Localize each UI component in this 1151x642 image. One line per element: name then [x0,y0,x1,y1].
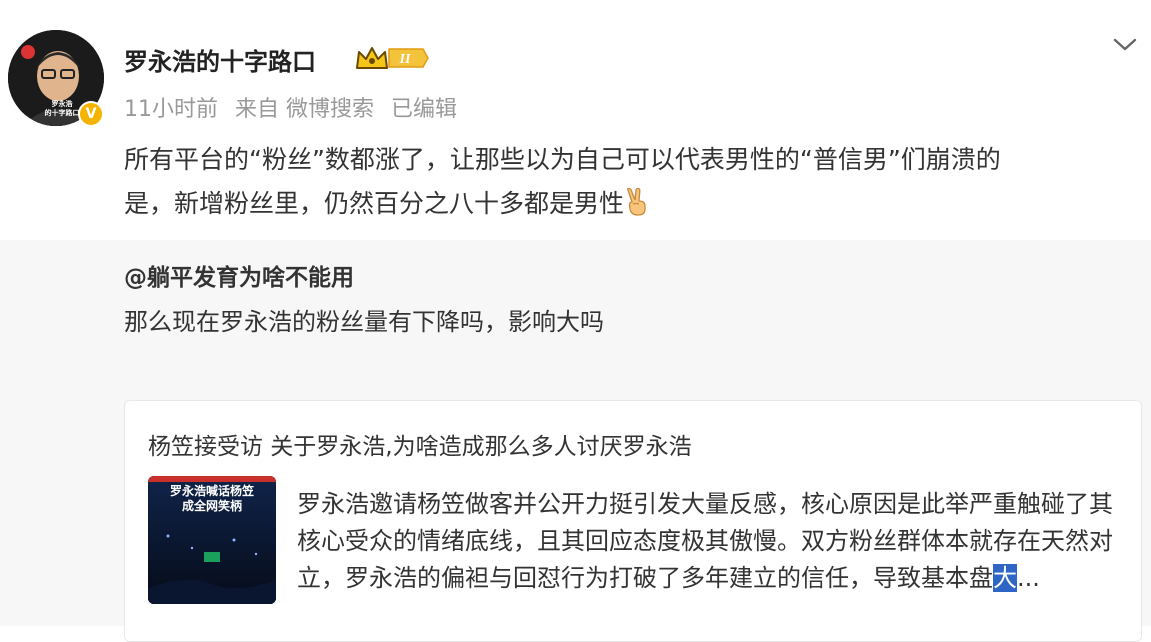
article-card-title[interactable]: 杨笠接受访 关于罗永浩,为啥造成那么多人讨厌罗永浩 [148,427,692,461]
crown-badge[interactable]: II [355,44,429,76]
post-text-line2-wrap: 是，新增粉丝里，仍然百分之八十多都是男性 [124,182,1124,230]
article-summary-text: 罗永浩邀请杨笠做客并公开力挺引发大量反感，核心原因是此举严重触碰了其核心受众的情… [297,490,1113,592]
victory-hand-icon [624,186,650,230]
avatar-caption: 罗永浩 的十字路口 [42,100,82,118]
crown-badge-level: II [399,52,411,67]
post-time[interactable]: 11小时前 [124,97,218,122]
repost-author[interactable]: @躺平发育为啥不能用 [124,258,354,292]
post-edited[interactable]: 已编辑 [391,97,457,122]
post-source[interactable]: 来自 微博搜索 [235,97,374,122]
post-meta: 11小时前 来自 微博搜索 已编辑 [124,91,467,123]
repost-section: @躺平发育为啥不能用 那么现在罗永浩的粉丝量有下降吗，影响大吗 杨笠接受访 关于… [0,240,1151,642]
summary-ellipsis: ... [1017,564,1040,592]
crown-icon: II [356,47,429,69]
thumbnail-title-line2: 成全网笑柄 [181,499,242,513]
article-card[interactable]: 杨笠接受访 关于罗永浩,为啥造成那么多人讨厌罗永浩 罗永浩喊话杨笠 成全网笑柄 … [124,400,1142,642]
verified-badge-icon: V [78,101,104,127]
repost-text: 那么现在罗永浩的粉丝量有下降吗，影响大吗 [124,308,604,336]
thumbnail-title-line1: 罗永浩喊话杨笠 [169,484,254,498]
thumbnail-title: 罗永浩喊话杨笠 成全网笑柄 [148,484,276,514]
post-text-line2: 是，新增粉丝里，仍然百分之八十多都是男性 [124,189,625,218]
post-text-line1: 所有平台的“粉丝”数都涨了，让那些以为自己可以代表男性的“普信男”们崩溃的 [124,145,1001,174]
article-summary: 罗永浩邀请杨笠做客并公开力挺引发大量反感，核心原因是此举严重触碰了其核心受众的情… [297,486,1119,597]
more-options-chevron-down-icon[interactable] [1112,34,1138,56]
post-body: 所有平台的“粉丝”数都涨了，让那些以为自己可以代表男性的“普信男”们崩溃的 是，… [124,138,1124,230]
avatar-caption-line2: 的十字路口 [44,109,80,117]
selected-text-highlight: 大 [993,564,1017,592]
article-thumbnail[interactable]: 罗永浩喊话杨笠 成全网笑柄 [148,476,276,604]
avatar-caption-line1: 罗永浩 [51,100,73,108]
username[interactable]: 罗永浩的十字路口 [124,42,316,77]
